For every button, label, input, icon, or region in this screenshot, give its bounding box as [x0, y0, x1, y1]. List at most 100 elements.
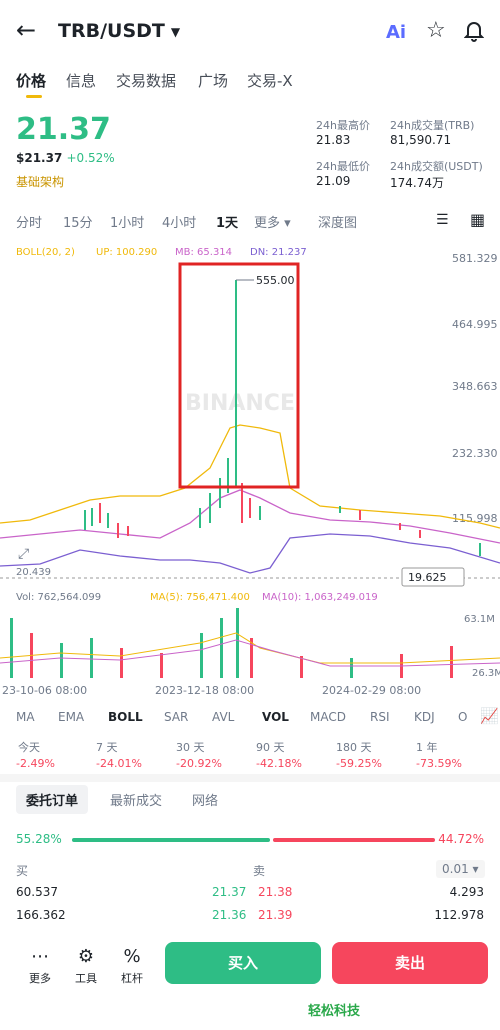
- leverage-icon: %: [123, 946, 141, 967]
- bid-qty-2: 166.362: [16, 908, 66, 922]
- tab-trade-x[interactable]: 交易-X: [247, 70, 293, 91]
- boll-dn: DN: 21.237: [250, 247, 307, 258]
- perf-value-today: -2.49%: [16, 757, 55, 770]
- back-arrow-icon[interactable]: ←: [16, 18, 36, 42]
- ask-price-2[interactable]: 21.39: [258, 908, 292, 922]
- high-label: 24h最高价: [316, 119, 370, 132]
- indicator-ema[interactable]: EMA: [58, 710, 84, 724]
- perf-value-180d: -59.25%: [336, 757, 382, 770]
- leverage-button[interactable]: % 杠杆: [114, 946, 150, 986]
- tab-price[interactable]: 价格: [16, 70, 46, 91]
- perf-label-today: 今天: [18, 741, 40, 754]
- indicator-ma[interactable]: MA: [16, 710, 35, 724]
- tools-button[interactable]: ⚙ 工具: [68, 946, 104, 986]
- expand-arrows-icon[interactable]: ⤢: [18, 546, 29, 562]
- bid-qty-1: 60.537: [16, 885, 58, 899]
- tab-order-book[interactable]: 委托订单: [16, 785, 89, 814]
- grid-layout-icon[interactable]: ▦: [470, 210, 485, 229]
- ask-price-1[interactable]: 21.38: [258, 885, 292, 899]
- indicator-macd[interactable]: MACD: [310, 710, 346, 724]
- low-label: 24h最低价: [316, 160, 370, 173]
- date-tick-1: 23-10-06 08:00: [2, 684, 87, 697]
- bid-price-1[interactable]: 21.37: [212, 885, 246, 899]
- perf-value-90d: -42.18%: [256, 757, 302, 770]
- more-dots-icon: ⋯: [31, 946, 49, 967]
- current-price-value: 19.625: [408, 571, 447, 584]
- tf-4h[interactable]: 4小时: [162, 212, 196, 231]
- star-icon[interactable]: ☆: [426, 18, 446, 43]
- tab-latest-trades[interactable]: 最新成交: [110, 790, 162, 809]
- perf-value-30d: -20.92%: [176, 757, 222, 770]
- buy-ratio: 55.28%: [16, 832, 62, 846]
- more-button[interactable]: ⋯ 更多: [22, 946, 58, 986]
- vol-tick-2: 26.3M: [472, 668, 500, 679]
- ask-qty-2: 112.978: [434, 908, 484, 922]
- sell-ratio-bar: [273, 838, 435, 842]
- bid-price-2[interactable]: 21.36: [212, 908, 246, 922]
- indicator-kdj[interactable]: KDJ: [414, 710, 435, 724]
- more-label: 更多: [29, 972, 51, 985]
- vol-ma5: MA(5): 756,471.400: [150, 592, 250, 603]
- perf-label-90d: 90 天: [256, 741, 285, 754]
- low-mark-label: 20.439: [16, 567, 51, 578]
- vol-ma10: MA(10): 1,063,249.019: [262, 592, 378, 603]
- vol-tick-1: 63.1M: [464, 614, 495, 625]
- ai-icon[interactable]: Ai: [386, 22, 406, 43]
- tab-network[interactable]: 网络: [192, 790, 218, 809]
- highlight-box: [178, 262, 300, 489]
- vol-trb-label: 24h成交量(TRB): [390, 119, 475, 132]
- tf-more[interactable]: 更多 ▾: [254, 212, 291, 231]
- top-bar: ← TRB/USDT ▼ Ai ☆: [0, 0, 500, 62]
- tab-trading-data[interactable]: 交易数据: [116, 70, 176, 91]
- vol-usdt-label: 24h成交额(USDT): [390, 160, 483, 173]
- boll-up: UP: 100.290: [96, 247, 157, 258]
- buy-button[interactable]: 买入: [165, 942, 321, 984]
- usd-price: $21.37: [16, 151, 63, 165]
- vol-trb-value: 81,590.71: [390, 133, 452, 147]
- sell-button[interactable]: 卖出: [332, 942, 488, 984]
- y-tick-5: 115.998: [452, 512, 498, 525]
- vol-usdt-value: 174.74万: [390, 176, 444, 190]
- category-tag[interactable]: 基础架构: [16, 173, 64, 190]
- indicator-o[interactable]: O: [458, 710, 467, 724]
- buy-column-label: 买: [16, 864, 29, 878]
- y-tick-4: 232.330: [452, 447, 498, 460]
- active-tab-indicator: [26, 95, 42, 98]
- tf-line[interactable]: 分时: [16, 212, 42, 231]
- usd-price-row: $21.37 +0.52%: [16, 151, 115, 165]
- leverage-label: 杠杆: [121, 972, 143, 985]
- indicator-boll[interactable]: BOLL: [108, 710, 143, 724]
- indicator-chart-icon[interactable]: 📈: [480, 707, 499, 725]
- perf-label-180d: 180 天: [336, 741, 372, 754]
- pair-label: TRB/USDT: [58, 20, 165, 42]
- tools-label: 工具: [75, 972, 97, 985]
- tf-1d[interactable]: 1天: [216, 212, 238, 231]
- y-tick-1: 581.329: [452, 252, 498, 265]
- indicator-rsi[interactable]: RSI: [370, 710, 390, 724]
- buy-ratio-bar: [72, 838, 270, 842]
- tf-1h[interactable]: 1小时: [110, 212, 144, 231]
- price-step-select[interactable]: 0.01 ▾: [436, 860, 485, 878]
- tab-info[interactable]: 信息: [66, 70, 96, 91]
- boll-legend: BOLL(20, 2): [16, 247, 75, 258]
- perf-value-1y: -73.59%: [416, 757, 462, 770]
- bell-icon[interactable]: [463, 20, 485, 46]
- boll-dn-line: [0, 533, 500, 574]
- y-tick-3: 348.663: [452, 380, 498, 393]
- tf-15m[interactable]: 15分: [63, 212, 93, 231]
- indicator-avl[interactable]: AVL: [212, 710, 234, 724]
- high-value: 21.83: [316, 133, 351, 147]
- kline-chart[interactable]: BOLL(20, 2) UP: 100.290 MB: 65.314 DN: 2…: [0, 238, 500, 698]
- tf-depth[interactable]: 深度图: [318, 212, 357, 231]
- perf-label-7d: 7 天: [96, 741, 118, 754]
- site-watermark: 轻松科技: [308, 1004, 361, 1019]
- pair-selector[interactable]: TRB/USDT ▼: [58, 20, 180, 42]
- chart-settings-icon[interactable]: ☰: [436, 212, 449, 228]
- peak-label: 555.00: [256, 274, 295, 287]
- indicator-vol[interactable]: VOL: [262, 710, 289, 724]
- low-value: 21.09: [316, 174, 351, 188]
- caret-down-icon: ▼: [170, 24, 181, 39]
- indicator-sar[interactable]: SAR: [164, 710, 188, 724]
- price-change: +0.52%: [66, 151, 115, 165]
- tab-square[interactable]: 广场: [198, 70, 228, 91]
